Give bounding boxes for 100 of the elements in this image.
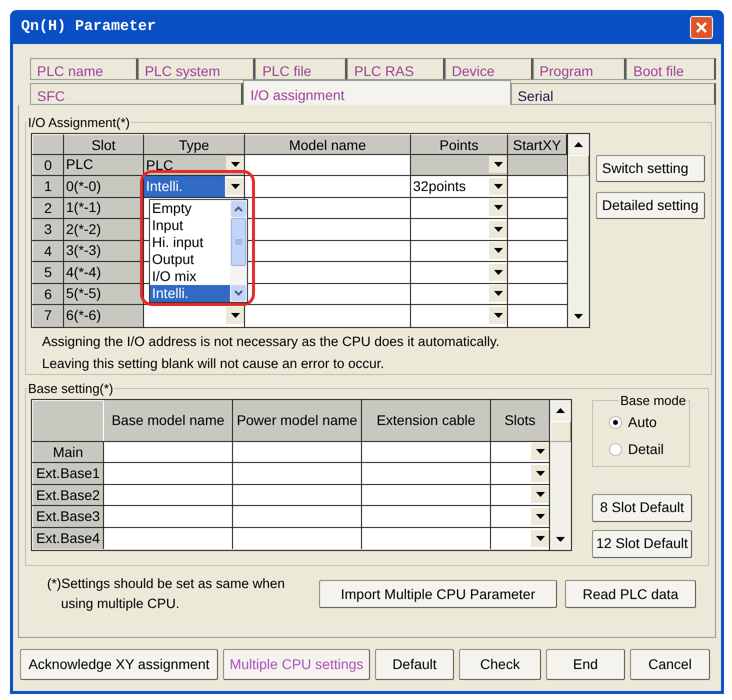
scrollbar[interactable]: [549, 400, 571, 550]
dropdown-option[interactable]: Output: [150, 250, 230, 268]
caret-icon: [494, 205, 502, 210]
tab[interactable]: I/O assignment: [243, 80, 511, 105]
dropdown-button[interactable]: [489, 307, 507, 324]
column-header: Slot: [64, 134, 144, 154]
dropdown-option[interactable]: Hi. input: [150, 234, 230, 250]
row-header: 5: [32, 262, 64, 282]
dropdown-cell[interactable]: [491, 506, 549, 526]
dropdown-cell[interactable]: [491, 442, 549, 462]
close-button[interactable]: [690, 16, 713, 38]
dropdown-button[interactable]: [531, 443, 549, 460]
dropdown-button[interactable]: [226, 307, 244, 324]
button[interactable]: Read PLC data: [565, 580, 696, 608]
column-header: Type: [144, 134, 245, 154]
dropdown-cell[interactable]: [491, 484, 549, 505]
dropdown-cell[interactable]: [491, 463, 549, 484]
scroll-up-button[interactable]: [231, 200, 246, 216]
button[interactable]: Cancel: [630, 649, 710, 680]
dropdown-button[interactable]: [226, 178, 244, 195]
scroll-thumb[interactable]: [231, 218, 246, 266]
tab[interactable]: PLC RAS: [347, 58, 445, 80]
dropdown-option[interactable]: I/O mix: [150, 268, 230, 284]
dropdown-cell[interactable]: Intelli.: [144, 176, 245, 196]
button[interactable]: Detailed setting: [596, 192, 705, 218]
button[interactable]: Switch setting: [596, 154, 705, 182]
button[interactable]: 8 Slot Default: [592, 494, 692, 522]
table-cell: [508, 176, 567, 196]
dropdown-button[interactable]: [531, 508, 549, 525]
column-header: StartXY: [508, 134, 567, 154]
column-header: Points: [411, 134, 508, 154]
dropdown-button[interactable]: [531, 486, 549, 504]
tab[interactable]: SFC: [30, 83, 244, 105]
caret-icon: [536, 449, 544, 454]
cell-text: 0(*-0): [65, 176, 102, 196]
dropdown-button[interactable]: [531, 464, 549, 482]
dropdown-option[interactable]: Intelli.: [150, 284, 230, 302]
cell-text: 2(*-2): [65, 220, 102, 239]
row-header: Ext.Base4: [32, 528, 104, 549]
tab[interactable]: PLC file: [255, 58, 348, 80]
dropdown-option[interactable]: Input: [150, 216, 230, 234]
caret-icon: [494, 291, 502, 296]
button[interactable]: Check: [459, 649, 541, 680]
tab[interactable]: PLC system: [138, 58, 256, 80]
dropdown-cell[interactable]: [411, 240, 508, 261]
radio-label[interactable]: Detail: [628, 439, 664, 460]
button[interactable]: Import Multiple CPU Parameter: [319, 580, 557, 608]
dropdown-cell[interactable]: [411, 305, 508, 326]
chevron-down-icon: [234, 290, 243, 296]
dropdown-cell[interactable]: 32points: [411, 176, 508, 196]
header-cell: [32, 134, 64, 154]
dropdown-button[interactable]: [489, 264, 507, 281]
caret-icon: [494, 162, 502, 168]
dropdown-cell[interactable]: [411, 284, 508, 304]
tab[interactable]: Program: [532, 58, 626, 80]
table-cell: [508, 262, 567, 282]
column-header: Slots: [491, 400, 549, 440]
dropdown-cell[interactable]: [411, 198, 508, 218]
table-cell: [508, 305, 567, 326]
radio-button[interactable]: [609, 443, 622, 456]
dropdown-button[interactable]: [489, 285, 507, 302]
dropdown-button[interactable]: [489, 199, 507, 216]
dropdown-option[interactable]: Empty: [150, 200, 230, 216]
caret-icon: [494, 184, 502, 189]
dropdown-button[interactable]: [489, 220, 507, 238]
tab[interactable]: Boot file: [626, 58, 716, 80]
dropdown-button[interactable]: [489, 178, 507, 195]
dropdown-cell[interactable]: [411, 219, 508, 240]
table-cell: [508, 240, 567, 261]
caret-icon: [536, 514, 544, 519]
dropdown-cell[interactable]: [144, 305, 245, 326]
row-header: Ext.Base3: [32, 506, 104, 526]
note-text: Assigning the I/O address is not necessary as the CPU does it automatically.: [42, 332, 500, 351]
caret-icon: [494, 248, 502, 254]
button[interactable]: Default: [375, 649, 454, 680]
scroll-up-icon: [556, 408, 565, 412]
scroll-down-button[interactable]: [231, 284, 246, 300]
dropdown-button[interactable]: [531, 530, 549, 547]
dropdown-cell[interactable]: [491, 528, 549, 549]
cell-text: 5(*-5): [65, 284, 102, 304]
button[interactable]: Acknowledge XY assignment: [20, 649, 218, 680]
scrollbar[interactable]: [230, 200, 247, 302]
dropdown-button[interactable]: [489, 156, 507, 174]
cell-text: 32points: [412, 177, 467, 196]
dropdown-button[interactable]: [489, 242, 507, 260]
group-title: I/O Assignment(*): [27, 114, 131, 132]
chevron-up-icon: [234, 206, 243, 212]
radio-label[interactable]: Auto: [628, 412, 657, 433]
dropdown-cell[interactable]: [411, 154, 508, 175]
selected-value: Intelli.: [144, 176, 225, 196]
scrollbar[interactable]: [567, 134, 589, 326]
tab[interactable]: Device: [444, 58, 533, 80]
radio-button[interactable]: [609, 416, 622, 429]
button[interactable]: 12 Slot Default: [592, 530, 692, 558]
dropdown-cell[interactable]: [411, 262, 508, 282]
caret-icon: [494, 226, 502, 232]
tab[interactable]: Serial: [510, 83, 716, 105]
button[interactable]: Multiple CPU settings: [223, 649, 370, 680]
button[interactable]: End: [546, 649, 625, 680]
tab[interactable]: PLC name: [30, 58, 138, 80]
